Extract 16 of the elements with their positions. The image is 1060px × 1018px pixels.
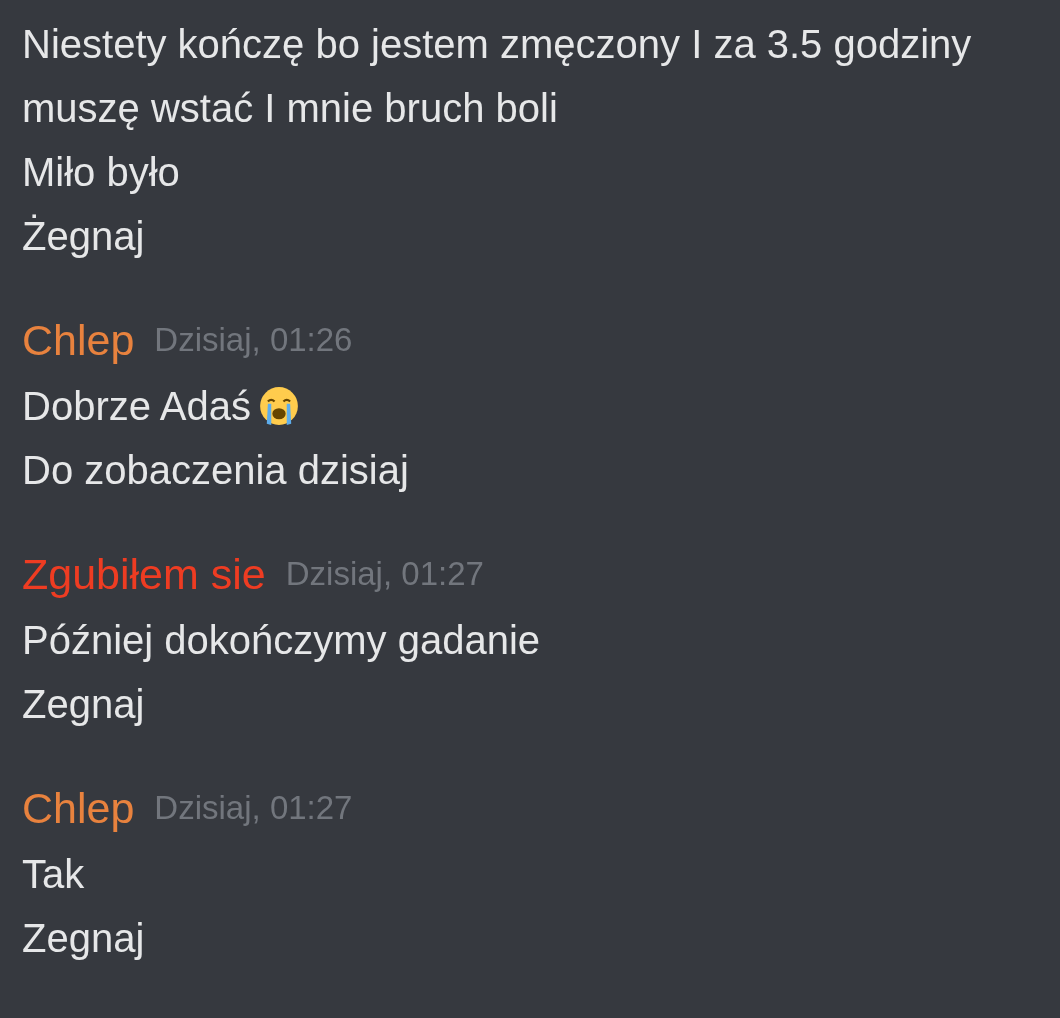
message-text: Tak — [22, 851, 85, 897]
message-text: Zegnaj — [22, 681, 145, 727]
message-text: muszę wstać I mnie bruch boli — [22, 85, 558, 131]
author-name: Chlep — [22, 783, 135, 833]
message-text: Zegnaj — [22, 915, 145, 961]
author-name: Chlep — [22, 315, 135, 365]
message-text: Niestety kończę bo jestem zmęczony I za 3.5 godziny — [22, 21, 972, 67]
timestamp: Dzisiaj, 01:27 — [154, 789, 353, 827]
message-text: Do zobaczenia dzisiaj — [22, 447, 409, 493]
timestamp: Dzisiaj, 01:27 — [285, 555, 484, 593]
message-text: Później dokończymy gadanie — [22, 617, 541, 663]
message-text: Żegnaj — [22, 213, 145, 259]
author-name: Zgubiłem sie — [22, 549, 266, 599]
timestamp: Dzisiaj, 01:26 — [154, 321, 353, 359]
message-text: Miło było — [22, 149, 180, 195]
message-text: Dobrze Adaś — [22, 383, 252, 429]
